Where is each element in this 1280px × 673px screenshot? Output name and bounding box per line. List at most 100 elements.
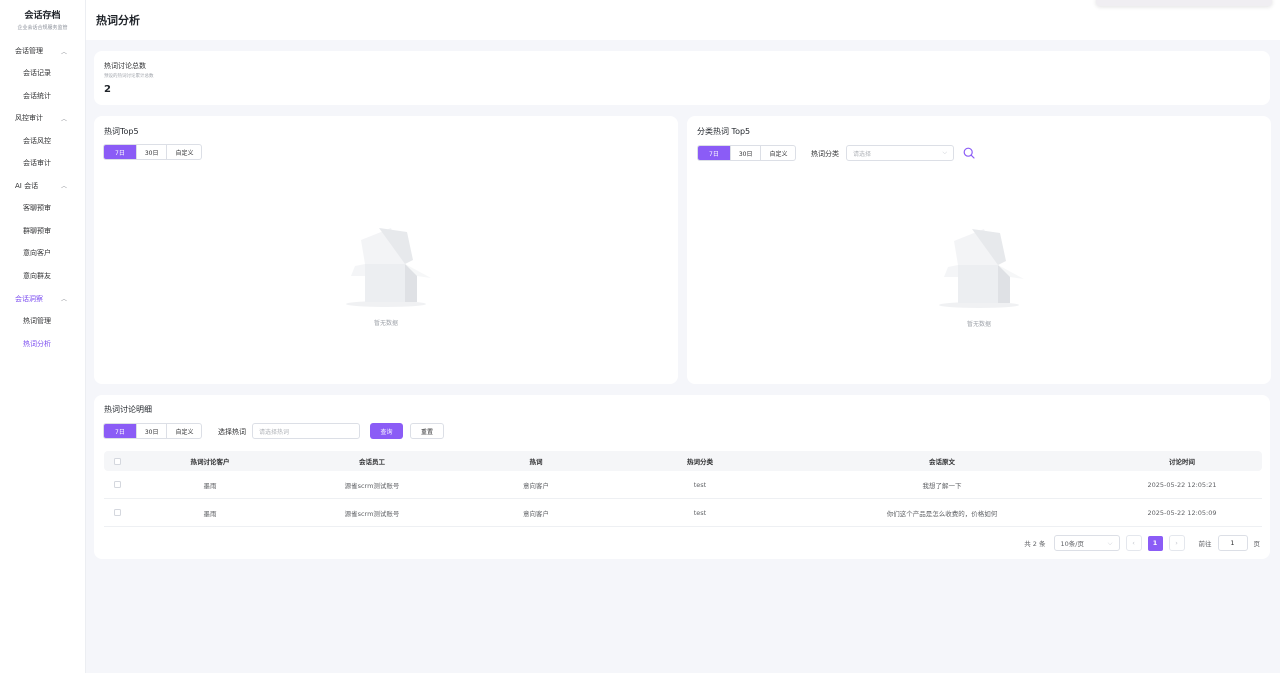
group-head-ai-session[interactable]: AI 会话 ︿ [0, 175, 85, 197]
row-select-cell [104, 481, 130, 488]
next-page-button[interactable]: › [1168, 535, 1185, 551]
chevron-down-icon: ⌵ [942, 149, 947, 156]
table-cell: 我想了解一下 [922, 481, 962, 490]
column-header: 热词分类 [687, 458, 713, 466]
chevron-down-icon: ⌵ [1107, 538, 1113, 547]
group-label: 风控审计 [15, 114, 43, 123]
range-tab-30d[interactable]: 30日 [731, 146, 762, 160]
menu-group-risk-audit: 风控审计 ︿ 会话风控 会话审计 [0, 107, 85, 174]
chevron-up-icon: ︿ [60, 296, 67, 303]
page-size-select[interactable]: 10条/页 ⌵ [1053, 535, 1120, 551]
table-cell: 2025-05-22 12:05:21 [1147, 480, 1217, 489]
table-cell: 2025-05-22 12:05:09 [1147, 508, 1217, 517]
range-tab-7d[interactable]: 7日 [104, 424, 137, 438]
hotword-select-input[interactable]: 请选择热词 [252, 423, 360, 439]
page-unit-label: 页 [1253, 540, 1261, 548]
column-header: 会话员工 [359, 458, 385, 466]
summary-label: 热词讨论总数 [104, 62, 146, 70]
header: 热词分析 [86, 0, 1280, 40]
chevron-up-icon: ︿ [60, 183, 67, 191]
range-tabs: 7日 30日 自定义 [103, 144, 203, 160]
group-head-risk-audit[interactable]: 风控审计 ︿ [0, 107, 85, 129]
column-header: 热词讨论客户 [190, 458, 230, 466]
range-tab-30d[interactable]: 30日 [137, 145, 168, 159]
sidebar-item-group-prereview[interactable]: 群聊预审 [0, 219, 85, 242]
column-header: 会话原文 [929, 458, 955, 466]
sidebar-item-customer-prereview[interactable]: 客聊预审 [0, 197, 85, 220]
goto-label: 前往 [1198, 540, 1212, 548]
card-title: 热词讨论明细 [104, 405, 152, 414]
sidebar-item-session-risk[interactable]: 会话风控 [0, 129, 85, 152]
sidebar-item-session-audit[interactable]: 会话审计 [0, 152, 85, 175]
search-icon[interactable] [963, 147, 975, 161]
category-select-placeholder: 请选择 [853, 150, 872, 158]
page-title: 热词分析 [96, 14, 140, 27]
empty-state: 暂无数据 [929, 221, 1029, 328]
select-all-checkbox[interactable] [113, 457, 121, 465]
page-number-current[interactable]: 1 [1147, 535, 1163, 551]
category-select[interactable]: 请选择 ⌵ [846, 145, 954, 161]
detail-card: 热词讨论明细 7日 30日 自定义 选择热词 请选择热词 查询 重置 热词讨论客… [94, 395, 1270, 559]
empty-box-icon [939, 229, 1024, 308]
category-top5-card: 分类热词 Top5 7日 30日 自定义 热词分类 请选择 ⌵ 暂无数据 [687, 116, 1271, 384]
menu-group-ai-session: AI 会话 ︿ 客聊预审 群聊预审 意向客户 意向群友 [0, 175, 85, 288]
table-cell: test [693, 508, 707, 517]
sidebar-item-intent-customer[interactable]: 意向客户 [0, 242, 85, 265]
range-tab-7d[interactable]: 7日 [698, 146, 731, 160]
table-row[interactable]: 墨雨 源雀scrm测试账号 意向客户 test 你们这个产品是怎么收费的，价格如… [104, 499, 1262, 527]
summary-desc: 预设的热词讨论累计总数 [104, 74, 154, 79]
range-tab-custom[interactable]: 自定义 [761, 146, 795, 160]
brand-subtitle: 企业会话合规服务监管 [17, 25, 68, 31]
query-button[interactable]: 查询 [370, 423, 403, 439]
sidebar: 会话存档 企业会话合规服务监管 会话管理 ︿ 会话记录 会话统计 风控审计 ︿ … [0, 0, 86, 673]
goto-page-input[interactable]: 1 [1217, 535, 1248, 551]
range-tabs: 7日 30日 自定义 [103, 423, 203, 439]
column-header: 讨论时间 [1169, 458, 1195, 466]
table-cell: 意向客户 [523, 481, 549, 490]
group-head-session-insight[interactable]: 会话洞察 ︿ [0, 288, 85, 310]
pagination: 共 2 条 10条/页 ⌵ ‹ 1 › 前往 1 页 [1024, 535, 1260, 551]
table-row[interactable]: 墨雨 源雀scrm测试账号 意向客户 test 我想了解一下 2025-05-2… [104, 471, 1262, 499]
group-label: 会话管理 [15, 47, 43, 55]
range-tabs: 7日 30日 自定义 [697, 145, 797, 161]
row-checkbox[interactable] [113, 509, 121, 516]
sidebar-item-intent-group-member[interactable]: 意向群友 [0, 265, 85, 288]
group-label: AI 会话 [15, 181, 39, 190]
header-user-panel[interactable] [1096, 0, 1272, 6]
menu-group-session-insight: 会话洞察 ︿ 热词管理 热词分析 [0, 288, 85, 355]
table-cell: 墨雨 [203, 509, 217, 518]
top5-card: 热词Top5 7日 30日 自定义 暂无数据 [94, 116, 678, 384]
empty-text: 暂无数据 [373, 320, 398, 327]
summary-card: 热词讨论总数 预设的热词讨论累计总数 2 [94, 51, 1270, 105]
group-head-session-manage[interactable]: 会话管理 ︿ [0, 40, 85, 62]
empty-text: 暂无数据 [966, 321, 991, 328]
column-header: 热词 [529, 458, 543, 466]
table-header: 热词讨论客户 会话员工 热词 热词分类 会话原文 讨论时间 [104, 451, 1262, 471]
empty-box-icon [346, 228, 431, 307]
card-title: 分类热词 Top5 [697, 127, 751, 136]
range-tab-7d[interactable]: 7日 [104, 145, 137, 159]
row-checkbox[interactable] [113, 481, 121, 488]
reset-button[interactable]: 重置 [410, 423, 444, 439]
row-select-cell [104, 509, 130, 516]
hotword-select-label: 选择热词 [218, 428, 246, 436]
table-cell: 墨雨 [203, 481, 217, 490]
sidebar-item-hotword-manage[interactable]: 热词管理 [0, 310, 85, 333]
range-tab-custom[interactable]: 自定义 [167, 424, 201, 438]
table-cell: 源雀scrm测试账号 [344, 481, 400, 490]
sidebar-item-session-records[interactable]: 会话记录 [0, 62, 85, 85]
sidebar-item-session-stats[interactable]: 会话统计 [0, 85, 85, 108]
chevron-up-icon: ︿ [60, 48, 67, 56]
chevron-up-icon: ︿ [60, 115, 67, 123]
prev-page-button[interactable]: ‹ [1125, 535, 1142, 551]
range-tab-30d[interactable]: 30日 [137, 424, 168, 438]
brand: 会话存档 企业会话合规服务监管 [0, 0, 85, 40]
summary-value: 2 [104, 84, 111, 95]
empty-state: 暂无数据 [336, 220, 436, 327]
group-label: 会话洞察 [15, 294, 43, 303]
range-tab-custom[interactable]: 自定义 [167, 145, 201, 159]
select-all-cell [104, 457, 130, 465]
table-cell: 意向客户 [523, 509, 549, 518]
sidebar-item-hotword-analysis[interactable]: 热词分析 [0, 332, 85, 355]
brand-title: 会话存档 [24, 11, 61, 21]
